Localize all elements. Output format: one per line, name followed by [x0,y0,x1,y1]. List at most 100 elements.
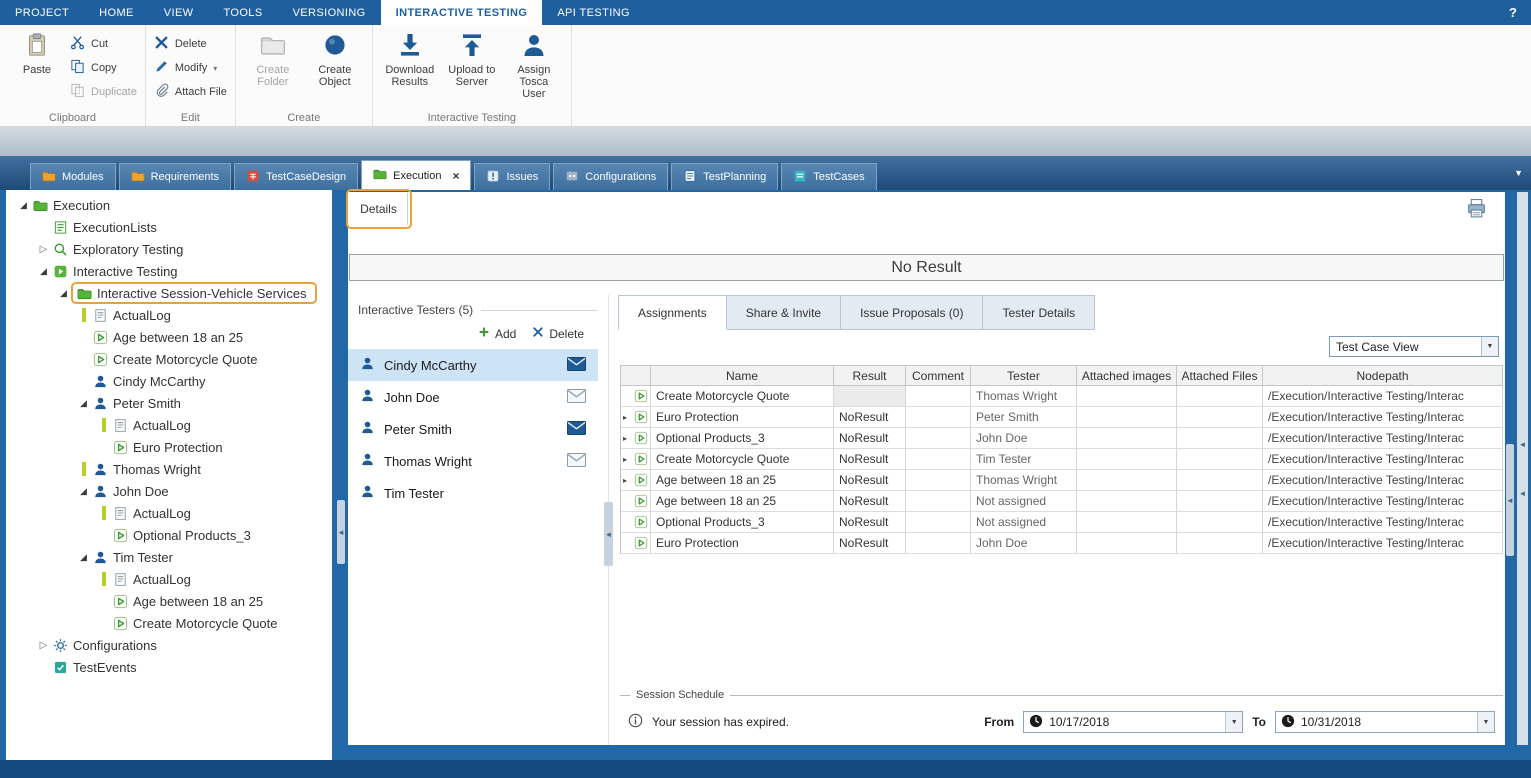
column-header-attached-images[interactable]: Attached images [1077,366,1177,386]
menu-tab-versioning[interactable]: VERSIONING [278,0,381,25]
ribbon-button-create-object[interactable]: Create Object [306,29,364,91]
tree-item-euro-protection[interactable]: Euro Protection [6,436,332,458]
column-header-name[interactable]: Name [651,366,834,386]
menu-tab-view[interactable]: VIEW [149,0,209,25]
tab-share-invite[interactable]: Share & Invite [727,295,841,330]
tree-item-tim-tester[interactable]: ◢Tim Tester [6,546,332,568]
menu-tab-api-testing[interactable]: API TESTING [542,0,645,25]
column-header-nodepath[interactable]: Nodepath [1263,366,1503,386]
table-row[interactable]: Age between 18 an 25NoResultNot assigned… [621,491,1503,512]
menu-tab-project[interactable]: PROJECT [0,0,84,25]
row-expander-icon[interactable]: ▸ [623,455,632,464]
tester-row-john-doe[interactable]: John Doe [348,381,598,413]
tab-assignments[interactable]: Assignments [618,295,727,330]
menu-tab-interactive-testing[interactable]: INTERACTIVE TESTING [381,0,543,25]
menu-tab-tools[interactable]: TOOLS [208,0,277,25]
tree-item-testevents[interactable]: TestEvents [6,656,332,678]
row-expander-icon[interactable]: ▸ [623,434,632,443]
tree-item-execution[interactable]: ◢Execution [6,194,332,216]
tree-splitter-handle[interactable]: ◄ [337,500,345,564]
tester-row-tim-tester[interactable]: Tim Tester [348,477,598,509]
tester-row-thomas-wright[interactable]: Thomas Wright [348,445,598,477]
table-row[interactable]: ▸Create Motorcycle QuoteNoResultTim Test… [621,449,1503,470]
expander-collapsed-icon[interactable]: ▷ [36,640,51,651]
row-expander-icon[interactable]: ▸ [623,476,632,485]
tester-row-cindy-mccarthy[interactable]: Cindy McCarthy [348,349,598,381]
ribbon-button-create-folder[interactable]: Create Folder [244,29,302,91]
to-date-picker[interactable]: 10/31/2018 ▼ [1275,711,1495,733]
testers-splitter-handle[interactable]: ◄ [604,502,613,566]
tree-item-interactive-testing[interactable]: ◢Interactive Testing [6,260,332,282]
tree-item-exploratory-testing[interactable]: ▷Exploratory Testing [6,238,332,260]
collapse-left-icon[interactable]: ◄ [1519,489,1527,498]
table-row[interactable]: ▸Age between 18 an 25NoResultThomas Wrig… [621,470,1503,491]
table-row[interactable]: ▸Euro ProtectionNoResultPeter Smith/Exec… [621,407,1503,428]
tree-item-actuallog[interactable]: ActualLog [6,568,332,590]
add-tester-button[interactable]: Add [478,326,516,341]
expander-expanded-icon[interactable]: ◢ [76,552,91,563]
tester-row-peter-smith[interactable]: Peter Smith [348,413,598,445]
tab-tester-details[interactable]: Tester Details [983,295,1095,330]
workspace-tab-testplanning[interactable]: TestPlanning [671,163,778,190]
tree-item-interactive-session-vehicle-services[interactable]: ◢Interactive Session-Vehicle Services [6,282,332,304]
tree-item-create-motorcycle-quote[interactable]: Create Motorcycle Quote [6,348,332,370]
tree-item-executionlists[interactable]: ExecutionLists [6,216,332,238]
mail-filled-icon[interactable] [567,357,586,374]
mail-outline-icon[interactable] [567,453,586,470]
tab-issue-proposals-0[interactable]: Issue Proposals (0) [841,295,983,330]
workspace-tab-requirements[interactable]: Requirements [119,163,231,190]
tree-item-john-doe[interactable]: ◢John Doe [6,480,332,502]
expander-expanded-icon[interactable]: ◢ [76,398,91,409]
workspace-tab-testcasedesign[interactable]: TestCaseDesign [234,163,358,190]
column-header-comment[interactable]: Comment [906,366,971,386]
ribbon-button-duplicate[interactable]: Duplicate [70,83,137,101]
from-date-picker[interactable]: 10/17/2018 ▼ [1023,711,1243,733]
chevron-down-icon[interactable]: ▼ [1477,712,1494,732]
table-row[interactable]: Optional Products_3NoResultNot assigned/… [621,512,1503,533]
ribbon-button-paste[interactable]: Paste [8,29,66,79]
tab-details[interactable]: Details [350,193,408,225]
tree-item-actuallog[interactable]: ActualLog [6,414,332,436]
close-icon[interactable]: × [452,169,459,183]
ribbon-button-upload-to-server[interactable]: Upload to Server [443,29,501,91]
collapse-left-icon[interactable]: ◄ [1519,440,1527,449]
workspace-tab-testcases[interactable]: TestCases [781,163,876,190]
workspace-tab-modules[interactable]: Modules [30,163,116,190]
table-row[interactable]: Euro ProtectionNoResultJohn Doe/Executio… [621,533,1503,554]
tree-item-actuallog[interactable]: ActualLog [6,304,332,326]
view-mode-select[interactable]: Test Case View ▼ [1329,336,1499,357]
tree-item-actuallog[interactable]: ActualLog [6,502,332,524]
column-header-result[interactable]: Result [834,366,906,386]
tree-item-thomas-wright[interactable]: Thomas Wright [6,458,332,480]
expander-expanded-icon[interactable]: ◢ [76,486,91,497]
expander-expanded-icon[interactable]: ◢ [16,200,31,211]
ribbon-button-cut[interactable]: Cut [70,35,137,53]
chevron-down-icon[interactable]: ▼ [1225,712,1242,732]
delete-tester-button[interactable]: Delete [532,326,584,341]
right-collapse-bar[interactable]: ◄◄ [1517,192,1528,745]
table-row[interactable]: Create Motorcycle QuoteThomas Wright/Exe… [621,386,1503,407]
column-header-attached-files[interactable]: Attached Files [1177,366,1263,386]
tree-item-create-motorcycle-quote[interactable]: Create Motorcycle Quote [6,612,332,634]
tree-item-peter-smith[interactable]: ◢Peter Smith [6,392,332,414]
ribbon-button-attach-file[interactable]: Attach File [154,83,227,101]
expander-collapsed-icon[interactable]: ▷ [36,244,51,255]
ribbon-button-modify[interactable]: Modify▾ [154,59,227,77]
column-header-tester[interactable]: Tester [971,366,1077,386]
tree-item-configurations[interactable]: ▷Configurations [6,634,332,656]
tab-overflow-chevron-down-icon[interactable]: ▼ [1514,168,1523,178]
expander-expanded-icon[interactable]: ◢ [36,266,51,277]
ribbon-button-assign-tosca-user[interactable]: Assign Tosca User [505,29,563,103]
print-icon[interactable] [1466,198,1487,224]
workspace-tab-execution[interactable]: Execution× [361,160,471,190]
mail-filled-icon[interactable] [567,421,586,438]
mail-outline-icon[interactable] [567,389,586,406]
row-expander-icon[interactable]: ▸ [623,413,632,422]
tree-item-age-between-18-an-25[interactable]: Age between 18 an 25 [6,326,332,348]
tree-item-age-between-18-an-25[interactable]: Age between 18 an 25 [6,590,332,612]
table-row[interactable]: ▸Optional Products_3NoResultJohn Doe/Exe… [621,428,1503,449]
help-button[interactable]: ? [1495,0,1531,25]
right-splitter-handle[interactable]: ◄ [1506,444,1514,556]
tree-item-cindy-mccarthy[interactable]: Cindy McCarthy [6,370,332,392]
tree-item-optional-products-3[interactable]: Optional Products_3 [6,524,332,546]
